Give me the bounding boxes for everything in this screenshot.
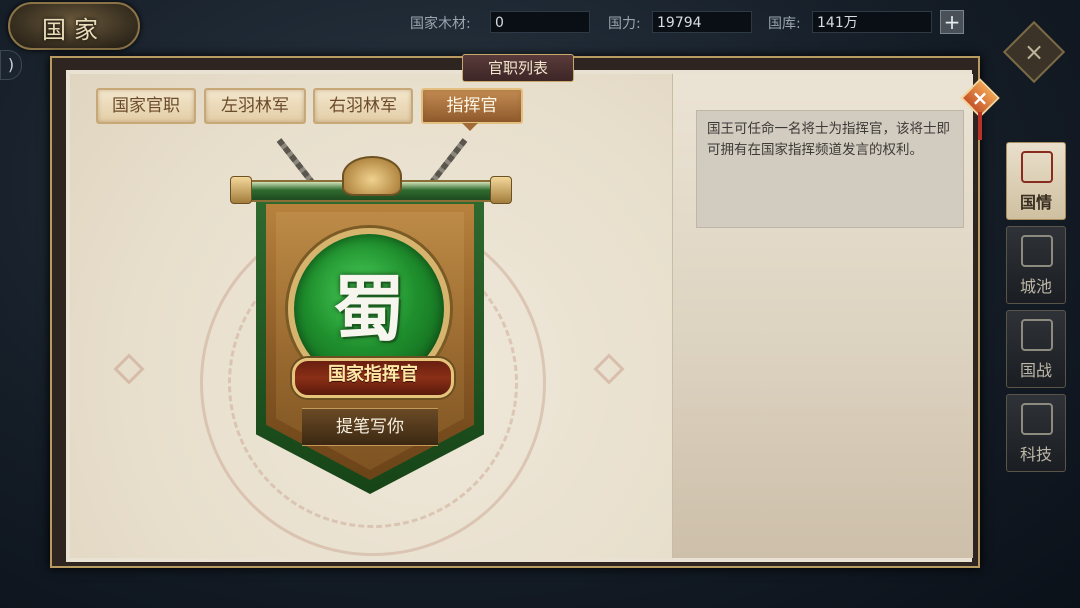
side-nav-cities[interactable]: 城池: [1006, 226, 1066, 304]
power-value: 19794: [652, 11, 752, 33]
battle-flag-icon: [1021, 319, 1053, 351]
tab-left-guard[interactable]: 左羽林军: [204, 88, 306, 124]
write-name-button[interactable]: 提笔写你: [302, 408, 438, 446]
add-treasury-button[interactable]: +: [940, 10, 964, 34]
rod-cap-left: [230, 176, 252, 204]
commander-title-plaque: 国家指挥官: [292, 358, 454, 398]
side-close-icon: ×: [1023, 38, 1045, 66]
side-nav-national-war[interactable]: 国战: [1006, 310, 1066, 388]
treasury-label: 国库:: [768, 16, 801, 32]
side-nav-national-status[interactable]: 国情: [1006, 142, 1066, 220]
side-nav-label: 城池: [1019, 277, 1052, 296]
country-emblem[interactable]: 国家: [8, 2, 140, 50]
treasury-value: 141万: [812, 11, 932, 33]
scroll-icon: [1021, 151, 1053, 183]
top-bar: 国家 国家木材: 0 国力: 19794 国库: 141万 +: [0, 0, 1080, 50]
side-nav-label: 国战: [1019, 361, 1052, 380]
country-logo-text: 国家: [42, 16, 106, 44]
active-tab-pointer: [462, 123, 478, 131]
side-nav-technology[interactable]: 科技: [1006, 394, 1066, 472]
kingdom-emblem-char: 蜀: [332, 266, 405, 351]
tab-right-guard[interactable]: 右羽林军: [313, 88, 413, 124]
close-icon: ×: [971, 86, 989, 110]
commander-description: 国王可任命一名将士为指挥官，该将士即可拥有在国家指挥频道发言的权利。: [696, 110, 964, 228]
tab-commander[interactable]: 指挥官: [421, 88, 523, 124]
left-expand-arrow-icon[interactable]: ): [0, 50, 22, 80]
power-label: 国力:: [608, 16, 641, 32]
side-nav-label: 科技: [1019, 445, 1052, 464]
tab-national-office[interactable]: 国家官职: [96, 88, 196, 124]
wood-label: 国家木材:: [410, 16, 471, 32]
tech-icon: [1021, 403, 1053, 435]
city-gate-icon: [1021, 235, 1053, 267]
dragon-crown-icon: [342, 156, 402, 196]
side-nav-label: 国情: [1019, 193, 1052, 212]
rod-cap-right: [490, 176, 512, 204]
wood-value: 0: [490, 11, 590, 33]
panel-title: 官职列表: [462, 54, 574, 82]
tassel-decoration: [978, 112, 982, 140]
